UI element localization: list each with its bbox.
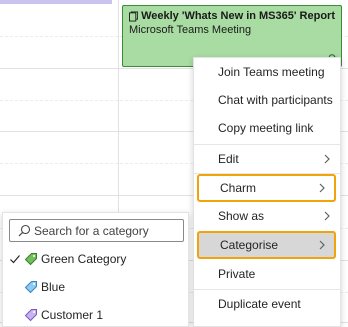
category-label: Green Category <box>41 252 127 266</box>
menu-item-label: Duplicate event <box>218 297 301 311</box>
menu-item-label: Chat with participants <box>218 93 333 107</box>
chevron-right-icon <box>319 183 325 193</box>
event-title: Weekly 'Whats New in MS365' Report <box>141 10 335 22</box>
event-title-row: Weekly 'Whats New in MS365' Report <box>129 9 335 23</box>
category-label: Blue <box>41 280 66 294</box>
tag-icon <box>24 309 37 322</box>
chevron-right-icon <box>319 240 325 250</box>
tag-icon <box>24 281 37 294</box>
category-search-input[interactable]: Search for a category <box>9 219 184 242</box>
chevron-right-icon <box>324 211 330 221</box>
menu-item-label: Edit <box>218 152 239 166</box>
search-icon <box>18 224 31 237</box>
adjacent-event-strip <box>0 0 112 4</box>
menu-item-show-as[interactable]: Show as <box>194 202 342 230</box>
meeting-icon <box>129 11 139 21</box>
tag-icon <box>24 253 37 266</box>
category-item-blue[interactable]: Blue <box>3 274 190 300</box>
category-item-green[interactable]: Green Category <box>3 246 190 272</box>
category-item-customer-1[interactable]: Customer 1 <box>3 302 190 327</box>
menu-item-chat-with-participants[interactable]: Chat with participants <box>194 86 342 114</box>
chevron-right-icon <box>324 154 330 164</box>
menu-item-label: Categorise <box>220 238 279 252</box>
category-label: Customer 1 <box>41 308 104 322</box>
menu-item-copy-meeting-link[interactable]: Copy meeting link <box>194 114 342 142</box>
menu-item-label: Copy meeting link <box>218 121 314 135</box>
menu-item-label: Join Teams meeting <box>218 65 325 79</box>
menu-item-label: Private <box>218 267 256 281</box>
menu-item-private[interactable]: Private <box>194 260 342 288</box>
menu-item-charm[interactable]: Charm <box>197 174 336 202</box>
menu-item-edit[interactable]: Edit <box>194 145 342 173</box>
event-context-menu: Join Teams meeting Chat with participant… <box>193 57 342 327</box>
menu-item-duplicate-event[interactable]: Duplicate event <box>194 290 342 318</box>
check-icon <box>10 255 20 264</box>
event-subtitle: Microsoft Teams Meeting <box>129 24 252 36</box>
menu-item-label: Charm <box>220 181 257 195</box>
search-placeholder: Search for a category <box>34 223 149 238</box>
menu-item-join-teams-meeting[interactable]: Join Teams meeting <box>194 58 342 86</box>
menu-item-categorise[interactable]: Categorise <box>197 231 336 259</box>
category-submenu: Search for a category Green Category Blu… <box>2 212 189 327</box>
menu-item-label: Show as <box>218 209 265 223</box>
